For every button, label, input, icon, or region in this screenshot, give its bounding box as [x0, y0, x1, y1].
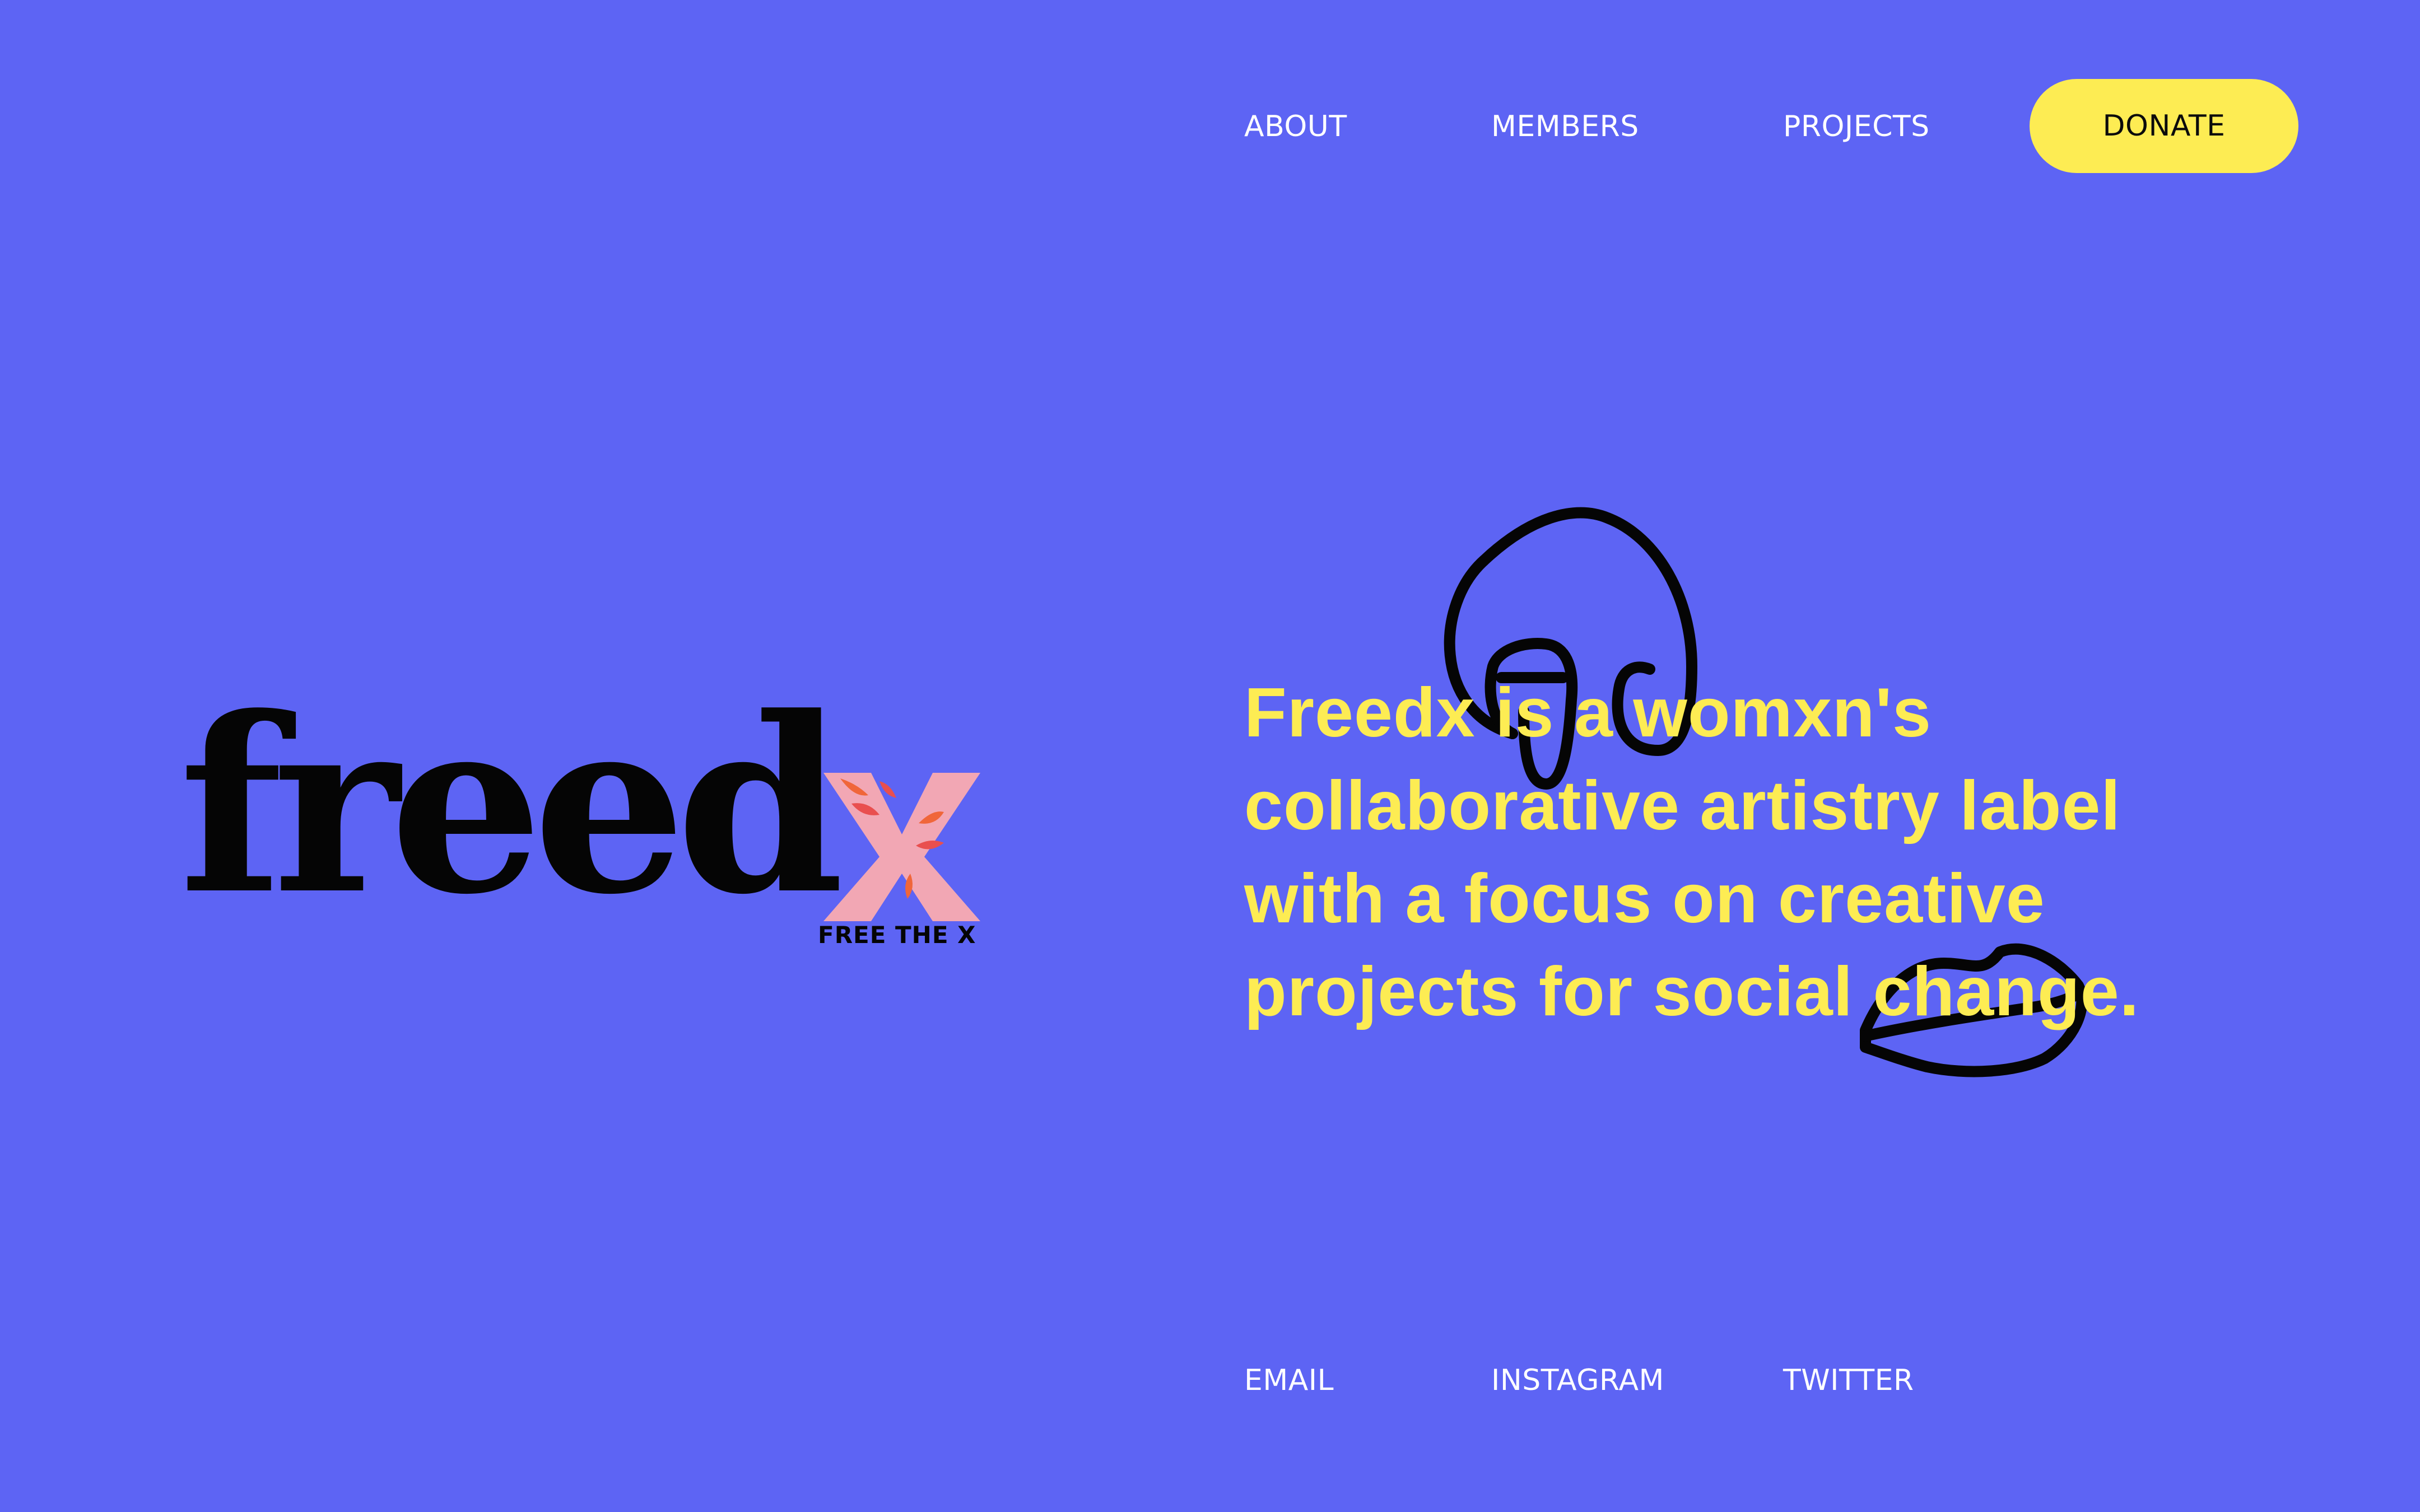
donate-button[interactable]: DONATE — [2030, 79, 2298, 173]
brand-logo[interactable]: freed FREE THE X — [179, 665, 986, 969]
hero-headline: Freedx is a womxn's collaborative artist… — [1244, 674, 2140, 1030]
nav-link-projects[interactable]: PROJECTS — [1783, 107, 1930, 146]
logo-tagline: FREE THE X — [818, 921, 976, 949]
nav-link-about[interactable]: ABOUT — [1244, 107, 1347, 146]
donate-button-label: DONATE — [2102, 109, 2226, 143]
footer-link-instagram[interactable]: INSTAGRAM — [1491, 1361, 1664, 1400]
logo-x-mark — [823, 773, 980, 921]
nav-link-members[interactable]: MEMBERS — [1491, 107, 1639, 146]
logo-x-floral-icon — [823, 773, 980, 921]
page: ABOUT MEMBERS PROJECTS DONATE freed FREE… — [0, 0, 2420, 1512]
logo-wordmark: freed — [179, 665, 844, 948]
footer-link-email[interactable]: EMAIL — [1244, 1361, 1334, 1400]
footer-link-twitter[interactable]: TWITTER — [1783, 1361, 1914, 1400]
